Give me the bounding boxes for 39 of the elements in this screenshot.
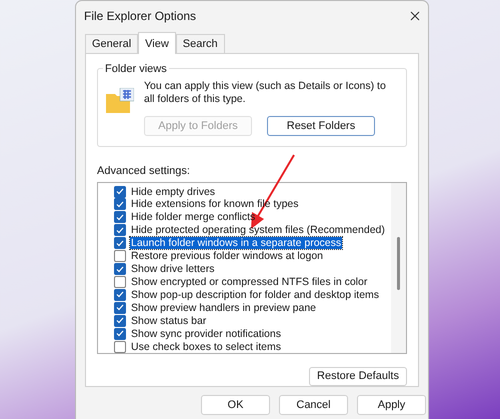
- close-icon[interactable]: [410, 11, 420, 21]
- setting-option[interactable]: Restore previous folder windows at logon: [130, 250, 324, 262]
- setting-option[interactable]: Launch folder windows in a separate process: [130, 237, 342, 250]
- restore-defaults-button[interactable]: Restore Defaults: [309, 367, 407, 386]
- checkbox[interactable]: [114, 263, 126, 276]
- reset-folders-button[interactable]: Reset Folders: [267, 116, 375, 136]
- dialog-button[interactable]: Cancel: [279, 395, 348, 415]
- setting-option[interactable]: Hide empty drives: [130, 186, 216, 198]
- setting-option[interactable]: Show drive letters: [130, 263, 216, 276]
- setting-option[interactable]: Show pop-up description for folder and desktop items: [130, 288, 380, 301]
- checkbox[interactable]: [114, 198, 126, 210]
- checkbox[interactable]: [114, 314, 126, 327]
- setting-option[interactable]: Show sync provider notifications: [130, 328, 282, 340]
- checkmark-icon: [116, 266, 124, 273]
- setting-option[interactable]: Show preview handlers in preview pane: [130, 302, 318, 314]
- tab[interactable]: View: [138, 32, 176, 54]
- window-title: File Explorer Options: [84, 8, 196, 25]
- scrollbar[interactable]: [391, 183, 406, 353]
- dialog-button[interactable]: OK: [201, 395, 270, 415]
- section-label: Advanced settings:: [97, 164, 191, 179]
- setting-option[interactable]: Show status bar: [130, 314, 208, 327]
- setting-option[interactable]: Show encrypted or compressed NTFS files in color: [130, 276, 368, 288]
- description: You can apply this view (such as Details or Icons) to all folders of this type.: [144, 80, 387, 106]
- dialog-button[interactable]: Apply: [357, 395, 426, 415]
- checkbox[interactable]: [114, 276, 126, 288]
- folder-icon: [106, 88, 134, 114]
- checkbox[interactable]: [114, 250, 126, 262]
- tab[interactable]: Search: [176, 34, 225, 53]
- checkbox[interactable]: [114, 224, 126, 236]
- checkbox[interactable]: [114, 237, 126, 250]
- checkbox[interactable]: [114, 211, 126, 224]
- checkbox[interactable]: [114, 340, 126, 353]
- checkbox[interactable]: [114, 288, 126, 301]
- checkbox[interactable]: [114, 186, 126, 198]
- setting-option[interactable]: Hide protected operating system files (Recommended): [130, 224, 386, 236]
- checkbox[interactable]: [114, 328, 126, 340]
- setting-option[interactable]: Use check boxes to select items: [130, 340, 282, 353]
- checkbox[interactable]: [114, 302, 126, 314]
- tab[interactable]: General: [85, 34, 138, 53]
